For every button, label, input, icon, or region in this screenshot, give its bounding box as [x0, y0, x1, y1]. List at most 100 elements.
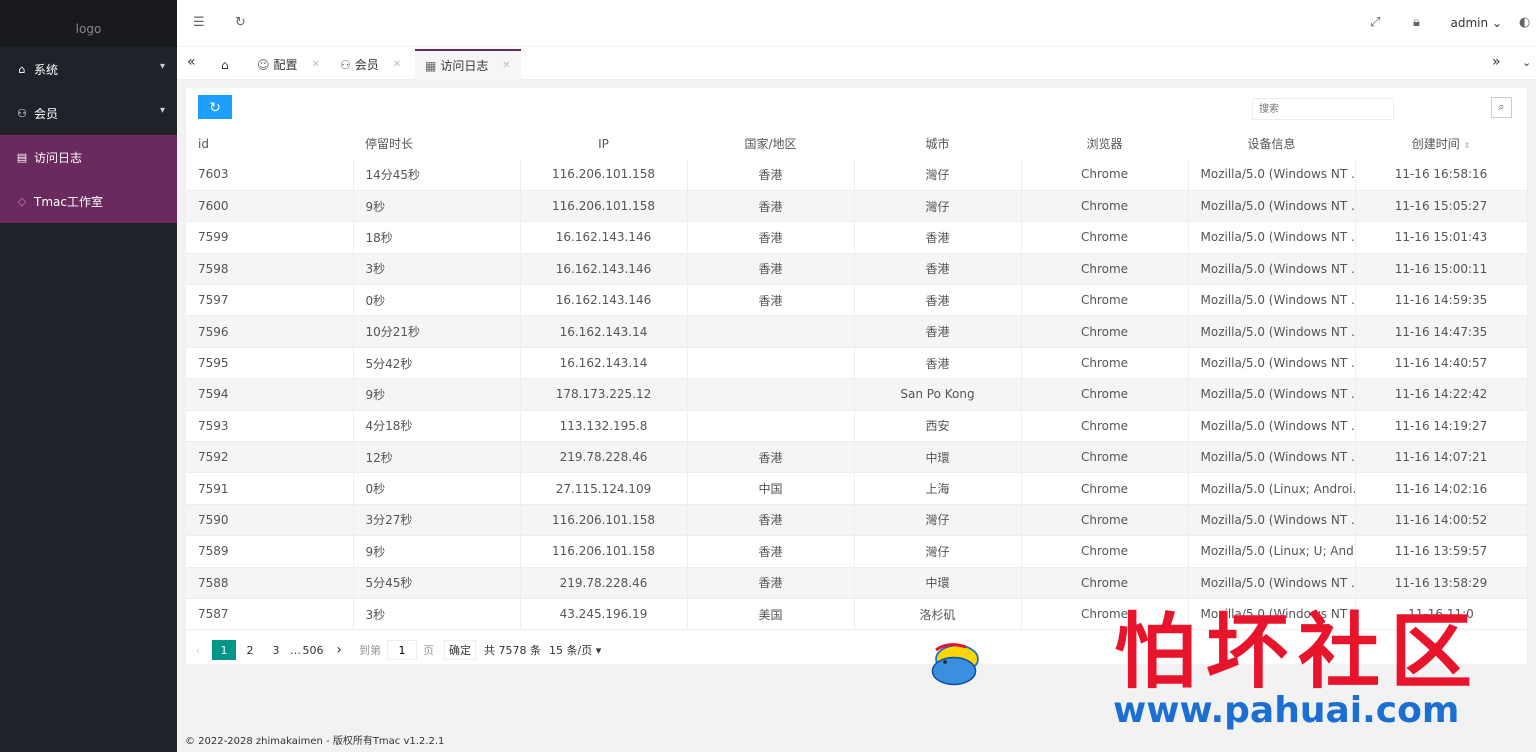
page-ellipsis: … — [290, 643, 301, 657]
table-row[interactable]: 7595 5分42秒 16.162.143.14 香港 Chrome Mozilla/5.… — [186, 347, 1528, 380]
table-cell: Chrome — [1021, 378, 1189, 411]
tab-members[interactable]: ⚇ 会员 ✕ — [330, 49, 411, 80]
goto-page-input[interactable] — [387, 640, 417, 660]
column-header[interactable]: 国家/地区 — [687, 128, 854, 159]
table-cell: 12秒 — [353, 441, 521, 474]
table-cell: 116.206.101.158 — [520, 190, 688, 223]
column-header[interactable]: 城市 — [854, 128, 1021, 159]
fullscreen-icon[interactable]: ⤢ — [1370, 15, 1380, 30]
tab-scroll-right-icon[interactable]: » — [1492, 54, 1501, 70]
table-cell: 中国 — [687, 472, 855, 505]
table-row[interactable]: 7600 9秒 116.206.101.158 香港 灣仔 Chrome Mozilla/5… — [186, 190, 1528, 223]
table-row[interactable]: 7598 3秒 16.162.143.146 香港 香港 Chrome Mozilla/5.… — [186, 253, 1528, 286]
table-cell: Mozilla/5.0 (Windows NT ... — [1188, 378, 1356, 411]
table-row[interactable]: 7591 0秒 27.115.124.109 中国 上海 Chrome Mozilla/5.… — [186, 472, 1528, 505]
table-row[interactable]: 7592 12秒 219.78.228.46 香港 中環 Chrome Mozilla/5.… — [186, 441, 1528, 474]
table-cell: San Po Kong — [854, 378, 1022, 411]
lock-icon[interactable]: 🔒︎ — [1413, 15, 1420, 30]
user-icon: ⚇ — [340, 57, 351, 72]
table-cell: 9秒 — [353, 535, 521, 568]
theme-icon[interactable]: ◐ — [1519, 15, 1530, 30]
table-row[interactable]: 7590 3分27秒 116.206.101.158 香港 灣仔 Chrome Mozill… — [186, 504, 1528, 537]
table-cell: Chrome — [1021, 472, 1189, 505]
table-cell: Mozilla/5.0 (Windows NT ... — [1188, 441, 1356, 474]
table-cell: 7598 — [186, 253, 354, 286]
table-cell: Chrome — [1021, 221, 1189, 254]
sidebar-item-system[interactable]: ⌂ 系统 ▾ — [0, 47, 177, 91]
user-icon: ⚇ — [17, 106, 27, 120]
refresh-icon[interactable]: ↻ — [235, 15, 246, 30]
sidebar-item-access-log[interactable]: ▤ 访问日志 — [0, 135, 177, 179]
table-cell: 7596 — [186, 315, 354, 348]
confirm-button[interactable]: 确定 — [444, 640, 476, 660]
logo[interactable]: logo — [0, 0, 177, 47]
tab-label: 会员 — [354, 58, 379, 72]
column-header[interactable]: 停留时长 — [353, 128, 520, 159]
top-header: ☰ ↻ ⤢ 🔒︎ admin ⌄ ◐ — [177, 0, 1536, 47]
refresh-button[interactable]: ↻ — [198, 95, 232, 119]
tab-menu-chevron-icon[interactable]: ⌄ — [1522, 56, 1531, 69]
table-cell: 219.78.228.46 — [520, 567, 688, 599]
table-cell: 香港 — [687, 190, 855, 223]
user-menu[interactable]: admin ⌄ — [1451, 16, 1502, 30]
menu-toggle-icon[interactable]: ☰ — [193, 15, 205, 30]
table-cell: 美国 — [687, 598, 855, 631]
close-icon[interactable]: ✕ — [312, 59, 320, 70]
table-cell: 14分45秒 — [353, 159, 521, 191]
page-button[interactable]: 1 — [212, 640, 236, 660]
table-cell: 3分27秒 — [353, 504, 521, 537]
page-button[interactable]: 2 — [238, 640, 262, 660]
table-row[interactable]: 7589 9秒 116.206.101.158 香港 灣仔 Chrome Mozilla/5… — [186, 535, 1528, 568]
table-cell: 香港 — [687, 221, 855, 254]
page-button-last[interactable]: 506 — [301, 640, 325, 660]
table-cell: Mozilla/5.0 (Windows NT ... — [1188, 190, 1356, 223]
table-row[interactable]: 7597 0秒 16.162.143.146 香港 香港 Chrome Mozilla/5.… — [186, 284, 1528, 317]
table-cell: 116.206.101.158 — [520, 504, 688, 537]
sidebar-item-tmac-studio[interactable]: ◇ Tmac工作室 — [0, 179, 177, 223]
table-cell — [687, 347, 855, 380]
sort-icon[interactable]: ⇕ — [1464, 141, 1471, 150]
close-icon[interactable]: ✕ — [393, 59, 401, 70]
table-row[interactable]: 7599 18秒 16.162.143.146 香港 香港 Chrome Mozilla/5… — [186, 221, 1528, 254]
search-input[interactable] — [1252, 98, 1394, 120]
column-header[interactable]: id — [186, 128, 353, 159]
tab-config[interactable]: ☺ 配置 ✕ — [247, 49, 330, 80]
home-icon: ⌂ — [221, 57, 229, 72]
prev-page-icon[interactable]: ‹ — [186, 640, 210, 660]
log-icon: ▤ — [16, 150, 28, 164]
per-page-select[interactable]: 15 条/页 ▾ — [549, 642, 601, 658]
chevron-down-icon: ▾ — [159, 61, 165, 72]
table-row[interactable]: 7594 9秒 178.173.225.12 San Po Kong Chrome Moz… — [186, 378, 1528, 411]
table-row[interactable]: 7593 4分18秒 113.132.195.8 西安 Chrome Mozilla/5.… — [186, 410, 1528, 443]
close-icon[interactable]: ✕ — [502, 60, 510, 71]
column-header[interactable]: IP — [520, 128, 687, 159]
table-cell: 香港 — [687, 567, 855, 599]
table-row[interactable]: 7596 10分21秒 16.162.143.14 香港 Chrome Mozilla/5… — [186, 315, 1528, 348]
table-cell — [687, 378, 855, 411]
table-cell: 18秒 — [353, 221, 521, 254]
per-page-value: 15 条/页 — [549, 644, 593, 657]
table-cell: 4分18秒 — [353, 410, 521, 443]
tab-access-log[interactable]: ▦ 访问日志 ✕ — [415, 49, 521, 80]
column-header[interactable]: 浏览器 — [1021, 128, 1188, 159]
column-header-created[interactable]: 创建时间 ⇕ — [1355, 128, 1527, 159]
tab-home[interactable]: ⌂ — [211, 49, 239, 80]
table-cell: 灣仔 — [854, 159, 1022, 191]
table-cell: 香港 — [854, 221, 1022, 254]
table-cell: Mozilla/5.0 (Windows NT ... — [1188, 504, 1356, 537]
table-cell: 灣仔 — [854, 190, 1022, 223]
table-cell: 香港 — [687, 159, 855, 191]
table-cell: 11-16 14:19:27 — [1355, 410, 1528, 443]
search-button[interactable]: ⌕ — [1491, 97, 1512, 118]
next-page-icon[interactable]: › — [327, 640, 351, 660]
table-row[interactable]: 7603 14分45秒 116.206.101.158 香港 灣仔 Chrome Mozil… — [186, 159, 1528, 191]
column-header[interactable]: 设备信息 — [1188, 128, 1355, 159]
table-cell: Chrome — [1021, 535, 1189, 568]
tab-scroll-left-icon[interactable]: « — [187, 54, 196, 70]
page-button[interactable]: 3 — [264, 640, 288, 660]
table-cell: Chrome — [1021, 190, 1189, 223]
sidebar-item-members[interactable]: ⚇ 会员 ▾ — [0, 91, 177, 135]
table-cell: 11-16 15:05:27 — [1355, 190, 1528, 223]
table-cell: 7591 — [186, 472, 354, 505]
column-header-label: 创建时间 — [1411, 137, 1460, 151]
